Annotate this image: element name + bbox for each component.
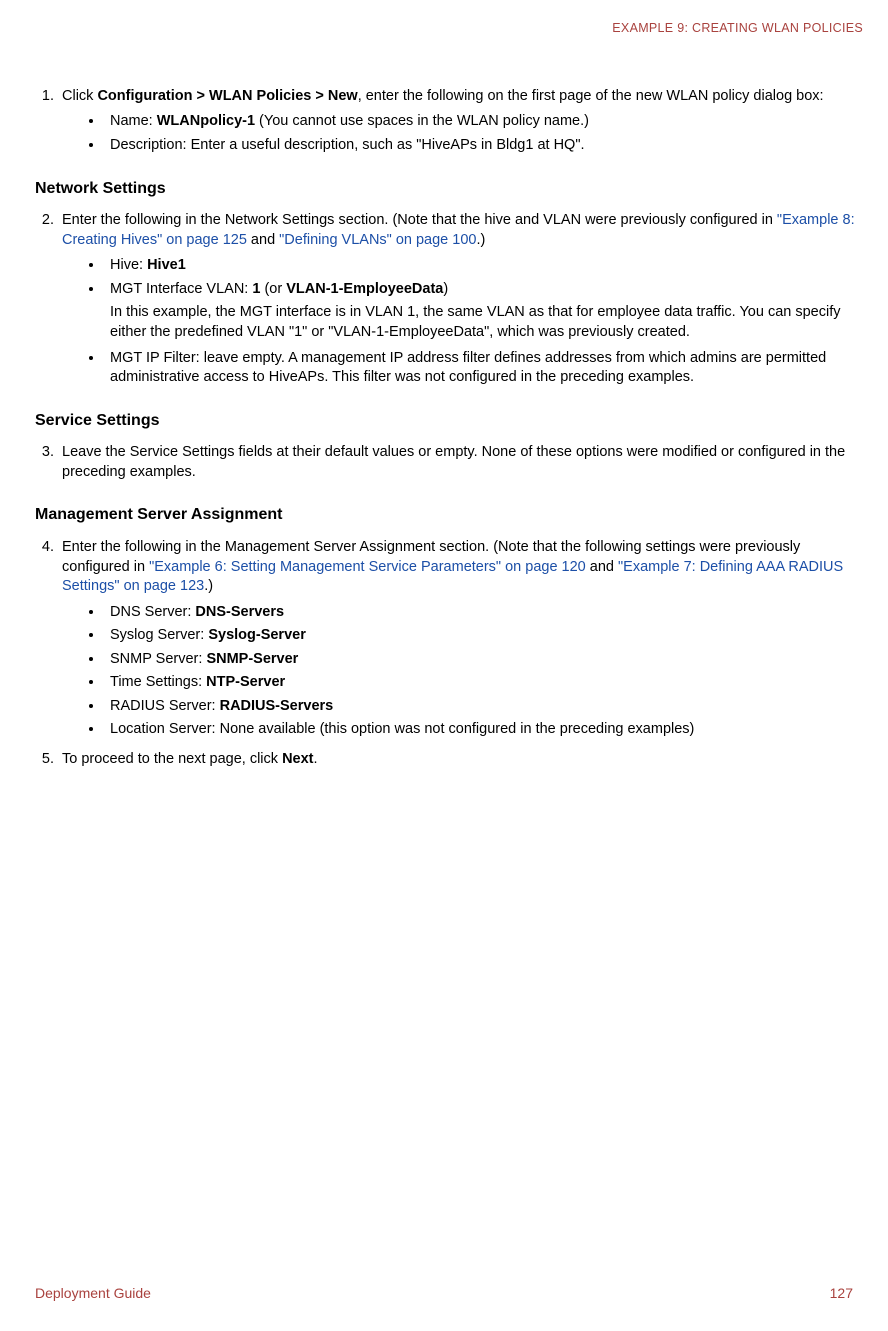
mgt-label: MGT Interface VLAN: [110,281,252,297]
syslog-item: Syslog Server: Syslog-Server [104,626,868,646]
step5-c: . [314,751,318,767]
net-intro-mid: and [247,232,279,248]
hive-label: Hive: [110,257,147,273]
step1-bullets: Name: WLANpolicy-1 (You cannot use space… [62,112,868,155]
mgt-close: ) [443,281,448,297]
step1-name: Name: WLANpolicy-1 (You cannot use space… [104,112,868,132]
step5-b: Next [282,751,313,767]
snmp-label: SNMP Server: [110,651,206,667]
service-settings-heading: Service Settings [35,410,868,432]
link-defining-vlans[interactable]: "Defining VLANs" on page 100 [279,232,476,248]
time-value: NTP-Server [206,674,285,690]
radius-item: RADIUS Server: RADIUS-Servers [104,697,868,717]
management-server-heading: Management Server Assignment [35,504,868,526]
net-intro-a: Enter the following in the Network Setti… [62,212,777,228]
step-4: Enter the following in the Management Se… [58,538,868,740]
step1-intro-b: , enter the following on the first page … [358,88,824,104]
time-item: Time Settings: NTP-Server [104,673,868,693]
location-item: Location Server: None available (this op… [104,720,868,740]
mgmt-intro-end: .) [204,578,213,594]
network-bullets: Hive: Hive1 MGT Interface VLAN: 1 (or VL… [62,256,868,387]
step-2: Enter the following in the Network Setti… [58,211,868,388]
step1-intro-a: Click [62,88,97,104]
page: EXAMPLE 9: CREATING WLAN POLICIES Click … [0,0,888,1331]
page-footer: Deployment Guide 127 [35,1284,853,1303]
dns-item: DNS Server: DNS-Servers [104,603,868,623]
syslog-label: Syslog Server: [110,627,208,643]
name-value: WLANpolicy-1 [157,113,255,129]
net-intro-end: .) [476,232,485,248]
snmp-value: SNMP-Server [206,651,298,667]
main-steps: Click Configuration > WLAN Policies > Ne… [35,87,868,156]
dns-value: DNS-Servers [195,604,284,620]
step1-intro-bold: Configuration > WLAN Policies > New [97,88,357,104]
hive-value: Hive1 [147,257,186,273]
mgt-or: (or [260,281,286,297]
service-steps: Leave the Service Settings fields at the… [35,443,868,482]
mgmt-steps: Enter the following in the Management Se… [35,538,868,770]
mgmt-intro-mid: and [586,559,618,575]
step5-a: To proceed to the next page, click [62,751,282,767]
network-steps: Enter the following in the Network Setti… [35,211,868,388]
name-note: (You cannot use spaces in the WLAN polic… [255,113,589,129]
mgt-note: In this example, the MGT interface is in… [110,303,868,342]
step-1: Click Configuration > WLAN Policies > Ne… [58,87,868,156]
radius-value: RADIUS-Servers [220,698,334,714]
snmp-item: SNMP Server: SNMP-Server [104,650,868,670]
running-header: EXAMPLE 9: CREATING WLAN POLICIES [35,20,863,37]
footer-left: Deployment Guide [35,1284,151,1303]
time-label: Time Settings: [110,674,206,690]
running-header-text: EXAMPLE 9: CREATING WLAN POLICIES [612,21,863,35]
hive-item: Hive: Hive1 [104,256,868,276]
step-5: To proceed to the next page, click Next. [58,750,868,770]
footer-page-number: 127 [830,1284,853,1303]
link-example6[interactable]: "Example 6: Setting Management Service P… [149,559,586,575]
dns-label: DNS Server: [110,604,195,620]
step-3: Leave the Service Settings fields at the… [58,443,868,482]
mgt-ip-filter-item: MGT IP Filter: leave empty. A management… [104,349,868,388]
step1-desc: Description: Enter a useful description,… [104,136,868,156]
network-settings-heading: Network Settings [35,178,868,200]
name-label: Name: [110,113,157,129]
radius-label: RADIUS Server: [110,698,220,714]
mgt-v2: VLAN-1-EmployeeData [286,281,443,297]
mgmt-bullets: DNS Server: DNS-Servers Syslog Server: S… [62,603,868,740]
mgt-interface-item: MGT Interface VLAN: 1 (or VLAN-1-Employe… [104,280,868,343]
syslog-value: Syslog-Server [208,627,306,643]
